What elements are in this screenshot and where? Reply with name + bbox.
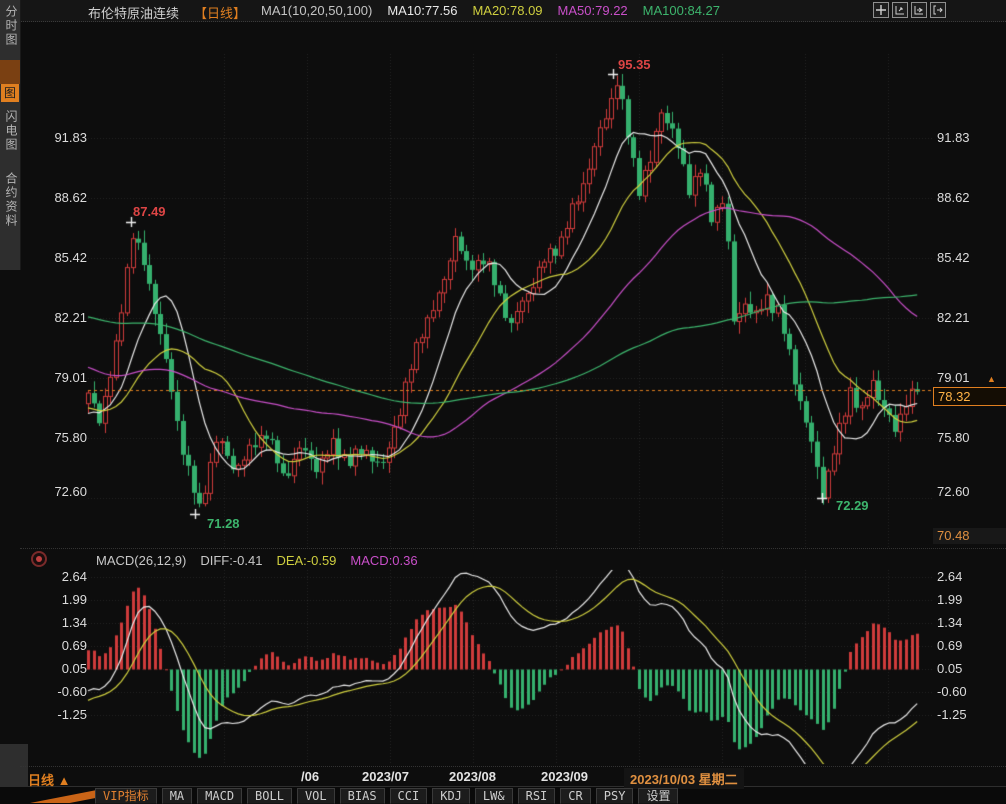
low-right-label: 72.29 (836, 498, 869, 513)
tab-cr[interactable]: CR (560, 788, 590, 804)
zoom-axis-right-icon[interactable] (911, 2, 927, 18)
macd-tick: 1.34 (937, 615, 962, 630)
zoom-axis-up-icon[interactable] (892, 2, 908, 18)
panel-low-badge: 70.48 (933, 528, 1006, 544)
price-tick: 85.42 (937, 250, 970, 265)
macd-tick: 0.05 (937, 661, 962, 676)
indicator-target-icon[interactable] (31, 551, 47, 567)
macd-hist-value: MACD:0.36 (350, 553, 417, 568)
panel-divider[interactable] (20, 548, 1006, 549)
period-high-label: 95.35 (618, 57, 651, 72)
ma-settings-label[interactable]: MA1(10,20,50,100) (261, 3, 372, 22)
price-tick: 88.62 (937, 190, 970, 205)
price-tick: 88.62 (27, 190, 87, 205)
macd-tick: -1.25 (27, 707, 87, 722)
price-tick: 72.60 (27, 484, 87, 499)
x-label-june: /06 (301, 769, 319, 784)
axis-divider (20, 766, 1006, 767)
ma10-value: MA10:77.56 (387, 3, 457, 22)
tab-kdj[interactable]: KDJ (432, 788, 470, 804)
sidebar-item-flash-chart[interactable]: 闪电图 (0, 110, 20, 152)
tab-cci[interactable]: CCI (390, 788, 428, 804)
period-tag[interactable]: 【日线】 (194, 3, 246, 22)
price-tick: 79.01 (27, 370, 87, 385)
left-sidebar: 分时图 图 闪电图 合约资料 (0, 0, 21, 270)
price-tick: 75.80 (27, 430, 87, 445)
low-left-label: 71.28 (207, 516, 240, 531)
price-tick: 75.80 (937, 430, 970, 445)
sidebar-item-kline-chart[interactable]: 图 (1, 84, 19, 102)
tab-vip-indicators[interactable]: VIP指标 (95, 788, 157, 804)
sidebar-item-time-chart[interactable]: 分时图 (0, 5, 20, 47)
last-price-badge: 78.32 (933, 387, 1006, 406)
macd-tick: -0.60 (937, 684, 967, 699)
macd-tick: 1.99 (27, 592, 87, 607)
macd-tick: 1.99 (937, 592, 962, 607)
macd-tick: 2.64 (937, 569, 962, 584)
ma100-value: MA100:84.27 (643, 3, 720, 22)
price-tick: 82.21 (27, 310, 87, 325)
instrument-title: 布伦特原油连续 (88, 3, 179, 22)
x-label-july: 2023/07 (362, 769, 409, 784)
ma50-value: MA50:79.22 (558, 3, 628, 22)
price-tick: 91.83 (937, 130, 970, 145)
macd-tick: -1.25 (937, 707, 967, 722)
tab-lw[interactable]: LW& (475, 788, 513, 804)
chart-canvas[interactable] (0, 0, 1006, 804)
macd-tick: 0.69 (27, 638, 87, 653)
price-tick: 85.42 (27, 250, 87, 265)
local-high-label: 87.49 (133, 204, 166, 219)
price-tick: 82.21 (937, 310, 970, 325)
tab-vol[interactable]: VOL (297, 788, 335, 804)
ma20-value: MA20:78.09 (472, 3, 542, 22)
price-tick: 91.83 (27, 130, 87, 145)
macd-tick: 1.34 (27, 615, 87, 630)
sidebar-active-highlight (0, 60, 20, 84)
macd-tick: -0.60 (27, 684, 87, 699)
tab-macd[interactable]: MACD (197, 788, 242, 804)
price-tick: 79.01 (937, 370, 970, 385)
macd-dea-value: DEA:-0.59 (276, 553, 336, 568)
tab-psy[interactable]: PSY (596, 788, 634, 804)
macd-params-label[interactable]: MACD(26,12,9) (96, 553, 186, 568)
tab-rsi[interactable]: RSI (518, 788, 556, 804)
pan-right-icon[interactable] (930, 2, 946, 18)
tab-settings[interactable]: 设置 (638, 788, 678, 804)
x-label-august: 2023/08 (449, 769, 496, 784)
current-date-label: 2023/10/03 星期二 (624, 768, 744, 789)
sidebar-item-contract-info[interactable]: 合约资料 (0, 172, 20, 228)
tab-bias[interactable]: BIAS (340, 788, 385, 804)
macd-tick: 0.05 (27, 661, 87, 676)
trading-app-window: 布伦特原油连续 【日线】 MA1(10,20,50,100) MA10:77.5… (0, 0, 1006, 804)
period-selector[interactable]: 日线 ▲ (28, 770, 70, 789)
macd-tick: 2.64 (27, 569, 87, 584)
x-label-september: 2023/09 (541, 769, 588, 784)
price-tick: 72.60 (937, 484, 970, 499)
tab-ma[interactable]: MA (162, 788, 192, 804)
macd-diff-value: DIFF:-0.41 (200, 553, 262, 568)
tab-boll[interactable]: BOLL (247, 788, 292, 804)
crosshair-tool-icon[interactable] (873, 2, 889, 18)
price-up-arrow-icon: ▲ (987, 374, 996, 384)
macd-tick: 0.69 (937, 638, 962, 653)
